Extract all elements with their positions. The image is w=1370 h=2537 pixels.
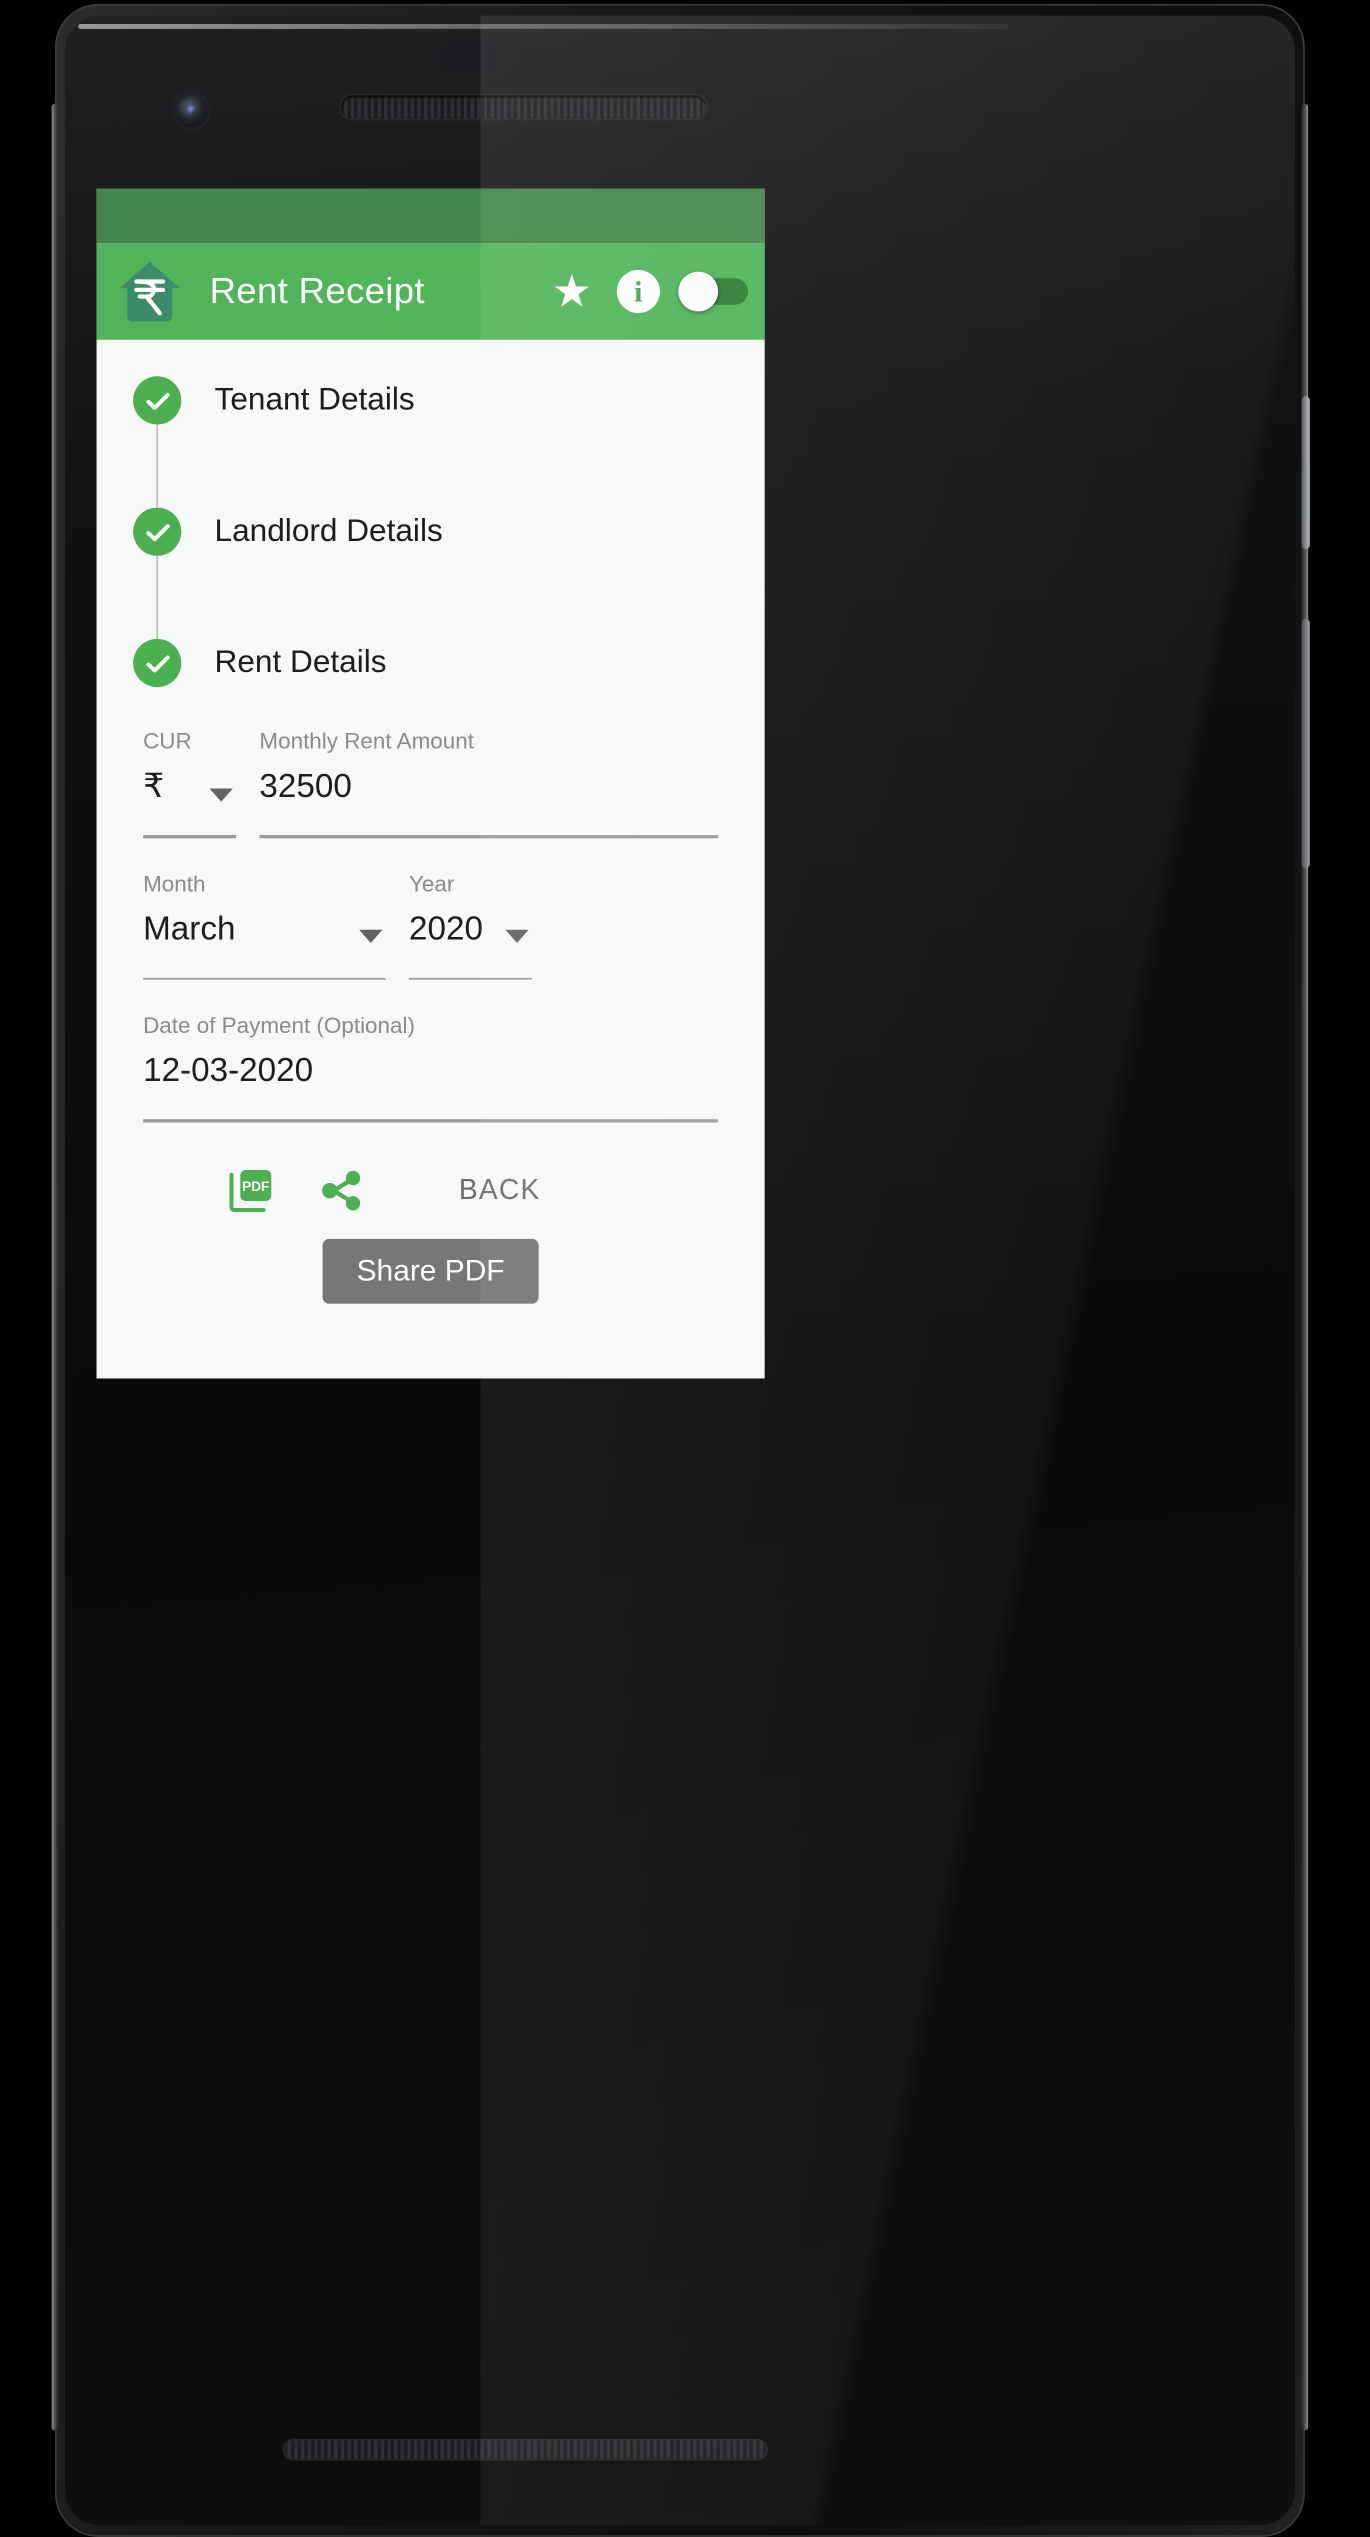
star-glyph: ★	[551, 265, 593, 316]
chevron-down-icon	[505, 930, 529, 944]
tooltip-container: Share PDF	[143, 1238, 718, 1304]
year-label: Year	[409, 870, 455, 896]
bottom-speaker	[284, 2440, 767, 2459]
phone-screen: Rent Receipt ★ i Tenant Details Landlord…	[96, 188, 765, 1379]
theme-toggle-switch[interactable]	[678, 271, 749, 312]
volume-button[interactable]	[1301, 618, 1310, 869]
back-button[interactable]: BACK	[459, 1174, 541, 1207]
power-button[interactable]	[1301, 396, 1310, 550]
pdf-file-icon[interactable]: PDF	[206, 1165, 296, 1215]
year-value: 2020	[409, 910, 483, 948]
form-row-month-year: Month March Year 2020	[143, 863, 718, 980]
share-pdf-tooltip: Share PDF	[323, 1238, 538, 1304]
step-label: Landlord Details	[214, 513, 443, 549]
sidebar-item-landlord-details[interactable]: Landlord Details	[97, 507, 765, 556]
proximity-sensor	[438, 42, 499, 69]
earpiece-speaker	[340, 95, 707, 119]
device-left-rail	[51, 103, 59, 2431]
monthly-rent-amount-field[interactable]: Monthly Rent Amount 32500	[259, 720, 719, 838]
rent-details-form: CUR ₹ Monthly Rent Amount 32500 Month Ma…	[97, 687, 765, 1304]
form-row-date: Date of Payment (Optional) 12-03-2020	[143, 1005, 719, 1123]
app-bar: Rent Receipt ★ i	[96, 243, 765, 340]
year-select[interactable]: Year 2020	[409, 863, 532, 980]
step-label: Tenant Details	[214, 382, 415, 418]
date-value: 12-03-2020	[143, 1053, 314, 1090]
amount-label: Monthly Rent Amount	[259, 728, 474, 754]
amount-value: 32500	[259, 768, 352, 806]
month-select[interactable]: Month March	[143, 863, 386, 980]
action-bar: PDF BACK	[143, 1122, 718, 1215]
stepper: Tenant Details Landlord Details Rent Det…	[97, 340, 765, 688]
step-label: Rent Details	[214, 644, 387, 680]
currency-select[interactable]: CUR ₹	[143, 720, 237, 838]
phone-device: Rent Receipt ★ i Tenant Details Landlord…	[51, 4, 1310, 2537]
field-underline	[143, 835, 237, 838]
field-underline	[143, 977, 386, 980]
share-icon[interactable]	[296, 1165, 386, 1215]
field-underline	[259, 835, 719, 838]
front-camera	[174, 93, 208, 127]
sidebar-item-rent-details[interactable]: Rent Details	[97, 638, 765, 688]
app-title: Rent Receipt	[209, 269, 425, 312]
info-icon[interactable]: i	[605, 258, 671, 324]
toggle-thumb	[678, 271, 719, 312]
chevron-down-icon	[359, 930, 383, 944]
stepper-connector	[156, 555, 159, 639]
svg-text:PDF: PDF	[242, 1179, 269, 1194]
field-underline	[409, 977, 532, 980]
form-row-currency-amount: CUR ₹ Monthly Rent Amount 32500	[143, 720, 719, 838]
date-label: Date of Payment (Optional)	[143, 1013, 415, 1039]
info-glyph: i	[616, 269, 660, 314]
chevron-down-icon	[209, 787, 233, 802]
status-bar	[96, 188, 765, 244]
stepper-connector	[156, 424, 159, 508]
field-underline	[143, 1119, 719, 1123]
currency-value: ₹	[143, 768, 165, 806]
device-glass: Rent Receipt ★ i Tenant Details Landlord…	[64, 15, 1295, 2526]
check-icon	[133, 376, 182, 425]
house-rupee-logo	[115, 257, 185, 327]
check-icon	[133, 507, 182, 556]
star-icon[interactable]: ★	[539, 258, 605, 324]
month-value: March	[143, 910, 236, 948]
month-label: Month	[143, 870, 206, 896]
currency-label: CUR	[143, 728, 192, 754]
screen-content: Tenant Details Landlord Details Rent Det…	[97, 340, 765, 1304]
date-of-payment-field[interactable]: Date of Payment (Optional) 12-03-2020	[143, 1005, 719, 1123]
check-icon	[133, 638, 182, 688]
sidebar-item-tenant-details[interactable]: Tenant Details	[97, 376, 765, 425]
